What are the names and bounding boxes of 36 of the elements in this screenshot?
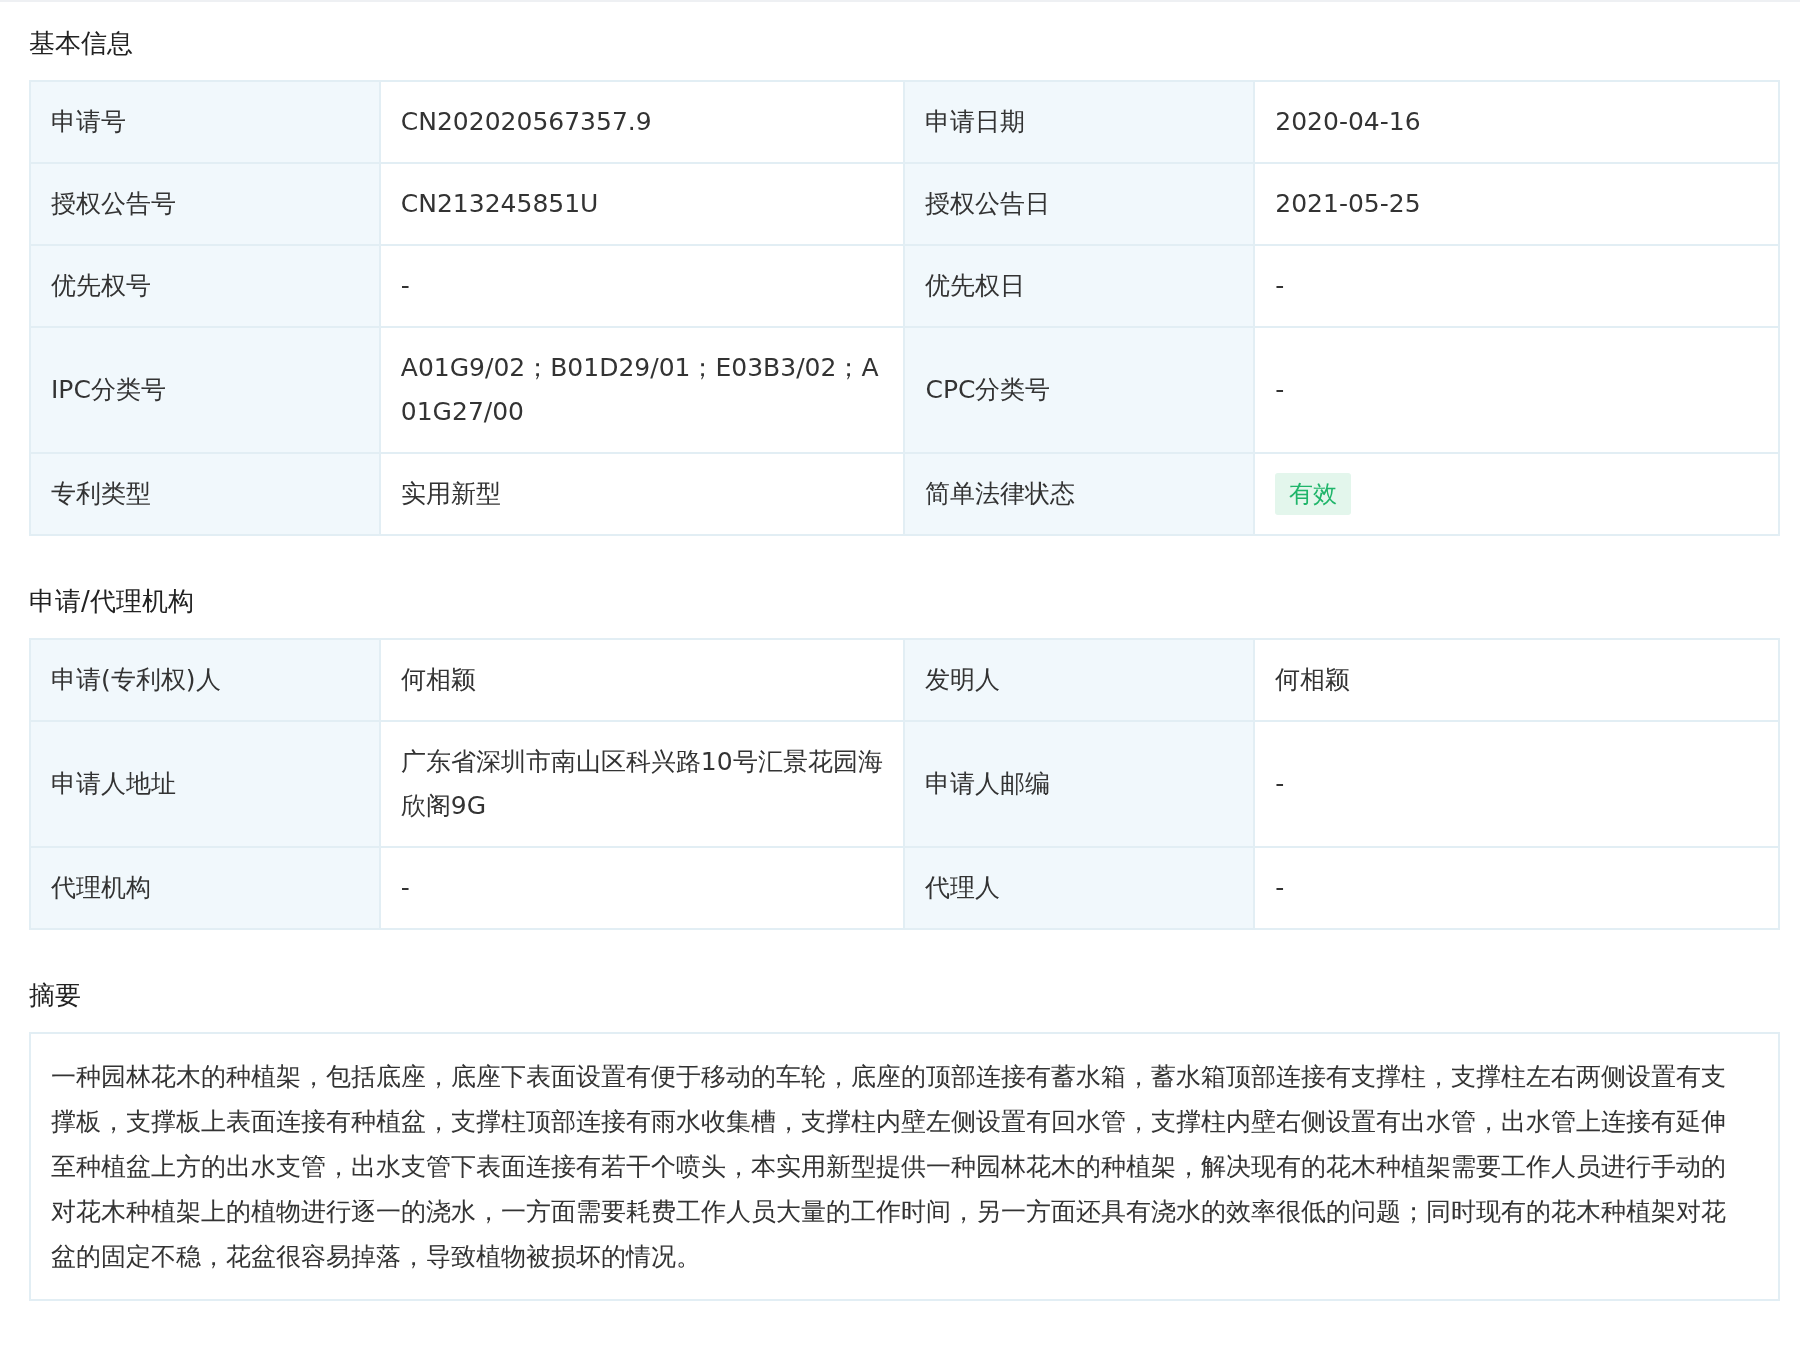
section-title: 基本信息 [29, 26, 134, 60]
section-title: 申请/代理机构 [29, 584, 195, 618]
label-cell: 发明人 [904, 639, 1255, 721]
label-cell: 申请(专利权)人 [30, 639, 380, 721]
label-cell: 优先权号 [30, 245, 380, 327]
label-cell: 优先权日 [904, 245, 1255, 327]
value-cell: - [1254, 847, 1779, 929]
value-cell: 2020-04-16 [1254, 81, 1779, 163]
value-cell: A01G9/02；B01D29/01；E03B3/02；A01G27/00 [379, 327, 905, 453]
label-cell: 代理人 [904, 847, 1255, 929]
value-cell: CN202020567357.9 [379, 81, 905, 163]
value-cell: CN213245851U [379, 163, 905, 245]
label-cell: 申请日期 [904, 81, 1255, 163]
value-cell: 广东省深圳市南山区科兴路10号汇景花园海欣阁9G [379, 721, 905, 847]
label-cell: 申请号 [30, 81, 380, 163]
label-cell: 授权公告日 [904, 163, 1255, 245]
label-cell: 授权公告号 [30, 163, 380, 245]
label-cell: 代理机构 [30, 847, 380, 929]
section-title: 摘要 [29, 978, 82, 1012]
label-cell: 申请人地址 [30, 721, 380, 847]
value-cell: 何相颖 [1254, 639, 1779, 721]
value-cell: - [379, 245, 905, 327]
label-cell: 简单法律状态 [904, 453, 1255, 535]
status-tag: 有效 [1275, 473, 1352, 515]
abstract-text: 一种园林花木的种植架，包括底座，底座下表面设置有便于移动的车轮，底座的顶部连接有蓄水箱，蓄水箱顶部连接有支撑柱，支撑柱左右两侧设置有支撑板，支撑板上表面连接有种植盆，支撑柱顶部连接有雨水收集槽，支撑柱内壁左侧设置有回水管，支撑柱内壁右侧设置有出水管，出水管上连接有延伸至种植盆上方的出水支管，出水支管下表面连接有若干个喷头，本实用新型提供一种园林花木的种植架，解决现有的花木种植架需要工作人员进行手动的对花木种植架上的植物进行逐一的浇水，一方面需要耗费工作人员大量的工作时间，另一方面还具有浇水的效率很低的问题；同时现有的花木种植架对花盆的固定不稳，花盆很容易掉落，导致植物被损坏的情况。 [29, 1032, 1780, 1301]
value-cell: - [1254, 245, 1779, 327]
value-cell: 何相颖 [379, 639, 905, 721]
value-cell: - [1254, 327, 1779, 453]
value-cell: 2021-05-25 [1254, 163, 1779, 245]
label-cell: CPC分类号 [904, 327, 1255, 453]
value-cell: - [379, 847, 905, 929]
value-cell: - [1254, 721, 1779, 847]
label-cell: 专利类型 [30, 453, 380, 535]
label-cell: 申请人邮编 [904, 721, 1255, 847]
value-cell: 实用新型 [379, 453, 905, 535]
label-cell: IPC分类号 [30, 327, 380, 453]
